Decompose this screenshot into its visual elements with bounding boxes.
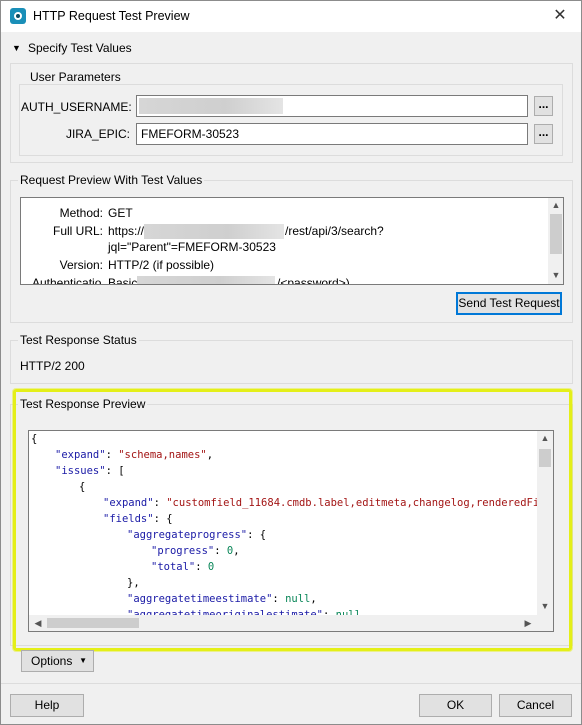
method-value: GET [108, 206, 133, 220]
request-preview-box[interactable]: Method: GET Full URL: https:// /rest/api… [20, 197, 564, 285]
response-status-title: Test Response Status [18, 333, 139, 347]
url-line-2: jql="Parent"=FMEFORM-30523 [108, 240, 276, 254]
url-prefix: https:// [108, 224, 145, 238]
auth-username-browse-button[interactable]: ... [534, 96, 553, 116]
jira-epic-browse-button[interactable]: ... [534, 124, 553, 144]
highlight-annotation [13, 389, 572, 651]
jira-epic-label: JIRA_EPIC: [65, 127, 130, 141]
authentication-value-suffix: /<password>) [277, 276, 350, 285]
request-preview-title: Request Preview With Test Values [18, 173, 205, 187]
auth-username-label: AUTH_USERNAME: [21, 100, 132, 114]
footer-divider [1, 683, 581, 684]
close-button[interactable]: ✕ [549, 5, 571, 27]
help-button[interactable]: Help [10, 694, 84, 717]
version-label: Version: [59, 258, 103, 272]
specify-test-values-header[interactable]: Specify Test Values [28, 41, 132, 55]
authentication-value-prefix: Basic [108, 276, 138, 285]
options-label: Options [31, 654, 73, 668]
jira-epic-field[interactable]: FMEFORM-30523 [136, 123, 528, 145]
version-value: HTTP/2 (if possible) [108, 258, 215, 272]
title-bar: HTTP Request Test Preview ✕ [1, 1, 581, 32]
redacted-username [139, 98, 283, 114]
app-icon [10, 8, 26, 24]
scroll-down-arrow-icon[interactable]: ▼ [549, 270, 563, 280]
response-status-value: HTTP/2 200 [20, 359, 85, 373]
scroll-up-arrow-icon[interactable]: ▲ [549, 200, 563, 210]
window-title: HTTP Request Test Preview [33, 9, 190, 23]
user-parameters-title: User Parameters [28, 70, 123, 84]
options-button[interactable]: Options ▼ [21, 650, 94, 672]
collapse-triangle-icon[interactable]: ▼ [12, 43, 21, 53]
ok-button[interactable]: OK [419, 694, 492, 717]
method-label: Method: [59, 206, 103, 220]
cancel-button[interactable]: Cancel [499, 694, 572, 717]
url-suffix: /rest/api/3/search? [285, 224, 384, 238]
dropdown-arrow-icon: ▼ [79, 656, 87, 665]
request-preview-scrollbar[interactable]: ▲ ▼ [548, 198, 563, 284]
send-test-request-button[interactable]: Send Test Request [456, 292, 562, 315]
dialog-window: HTTP Request Test Preview ✕ ▼ Specify Te… [0, 0, 582, 725]
scroll-thumb[interactable] [550, 214, 562, 254]
authentication-label: Authenticatio [32, 276, 102, 285]
redacted-host [144, 224, 284, 239]
redacted-credentials [137, 276, 275, 284]
url-label: Full URL: [52, 224, 103, 238]
